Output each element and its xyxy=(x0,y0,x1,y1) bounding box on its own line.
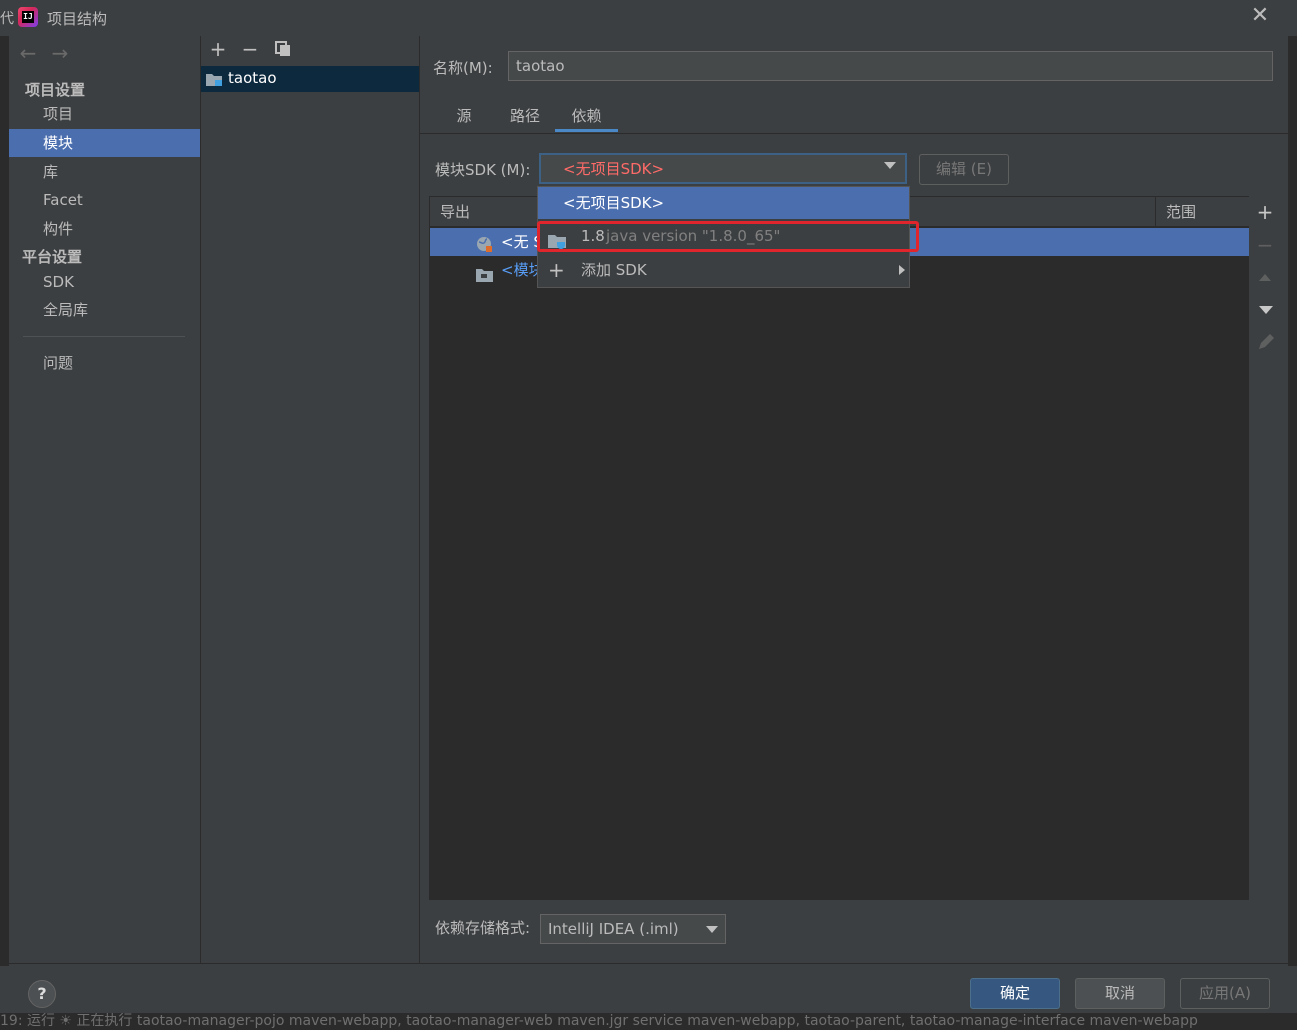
tab-sources[interactable]: 源 xyxy=(446,100,482,132)
back-arrow-icon[interactable]: ← xyxy=(17,42,39,64)
section-platform-settings: 平台设置 xyxy=(22,248,83,266)
module-list-item[interactable]: taotao xyxy=(201,66,419,92)
background-edge-text: 代 xyxy=(0,11,14,27)
submenu-arrow-icon xyxy=(899,265,905,275)
chevron-down-icon[interactable] xyxy=(706,926,718,933)
section-project-settings: 项目设置 xyxy=(25,81,86,99)
apply-button[interactable]: 应用(A) xyxy=(1180,978,1270,1009)
copy-icon[interactable] xyxy=(275,41,291,57)
storage-format-select[interactable]: IntelliJ IDEA (.iml) xyxy=(540,914,726,944)
add-icon: + xyxy=(548,258,565,282)
help-icon[interactable]: ? xyxy=(28,980,56,1008)
column-header-scope[interactable]: 范围 xyxy=(1156,197,1249,227)
storage-format-label: 依赖存储格式: xyxy=(435,919,531,937)
close-icon[interactable]: ✕ xyxy=(1248,3,1272,28)
sidebar-item-project[interactable]: 项目 xyxy=(9,100,200,128)
ok-button[interactable]: 确定 xyxy=(970,978,1060,1009)
sidebar-item-modules[interactable]: 模块 xyxy=(9,129,200,157)
dropdown-item-no-sdk[interactable]: <无项目SDK> xyxy=(538,187,909,219)
background-left-strip xyxy=(0,36,9,966)
dropdown-item-add-sdk[interactable]: + 添加 SDK xyxy=(538,254,909,286)
add-sdk-label: 添加 SDK xyxy=(581,261,647,279)
add-dependency-icon[interactable]: + xyxy=(1254,201,1276,223)
tab-dependencies[interactable]: 依赖 xyxy=(555,100,618,132)
move-up-icon[interactable] xyxy=(1259,274,1271,281)
module-sdk-select[interactable]: <无项目SDK> xyxy=(539,153,907,184)
name-field[interactable]: taotao xyxy=(508,51,1273,81)
sidebar-item-problems[interactable]: 问题 xyxy=(9,349,200,377)
sidebar-divider xyxy=(23,336,185,337)
move-down-icon[interactable] xyxy=(1259,306,1273,314)
edit-sdk-button[interactable]: 编辑 (E) xyxy=(919,154,1009,185)
background-right-strip xyxy=(1288,36,1297,966)
module-list-item-label: taotao xyxy=(228,69,277,87)
edit-pencil-icon[interactable] xyxy=(1257,333,1275,351)
dependencies-table: 导出 范围 <无 S <模块 xyxy=(429,196,1249,900)
tab-divider xyxy=(420,133,1288,134)
module-folder-icon xyxy=(205,71,223,87)
jdk-globe-icon xyxy=(476,234,493,252)
sidebar-item-artifacts[interactable]: 构件 xyxy=(9,215,200,243)
intellij-logo-icon: IJ xyxy=(18,7,38,27)
chevron-down-icon[interactable] xyxy=(884,162,896,169)
tab-paths[interactable]: 路径 xyxy=(502,100,548,132)
remove-dependency-icon[interactable]: − xyxy=(1254,234,1276,256)
sidebar-item-libraries[interactable]: 库 xyxy=(9,158,200,186)
remove-icon[interactable]: − xyxy=(239,38,261,60)
name-label: 名称(M): xyxy=(433,59,493,77)
sidebar-item-global-libraries[interactable]: 全局库 xyxy=(9,296,200,324)
window-title: 项目结构 xyxy=(47,10,108,28)
forward-arrow-icon[interactable]: → xyxy=(49,42,71,64)
background-status-text: 19: 运行 ☀ 正在执行 taotao-manager-pojo maven-… xyxy=(0,1013,1297,1030)
module-list-panel: + − taotao xyxy=(201,36,420,963)
module-source-folder-icon xyxy=(476,263,493,282)
add-icon[interactable]: + xyxy=(207,38,229,60)
module-sdk-label: 模块SDK (M): xyxy=(435,161,531,179)
sidebar: ← → 项目设置 项目 模块 库 Facet 构件 平台设置 SDK 全局库 问… xyxy=(9,36,201,963)
sidebar-item-facets[interactable]: Facet xyxy=(9,186,200,214)
title-bar: 代 IJ 项目结构 ✕ xyxy=(0,0,1297,36)
highlight-annotation-box xyxy=(537,221,919,252)
dialog-footer: ? 确定 取消 应用(A) xyxy=(9,963,1288,1014)
sidebar-item-sdk[interactable]: SDK xyxy=(9,268,200,296)
cancel-button[interactable]: 取消 xyxy=(1075,978,1165,1009)
